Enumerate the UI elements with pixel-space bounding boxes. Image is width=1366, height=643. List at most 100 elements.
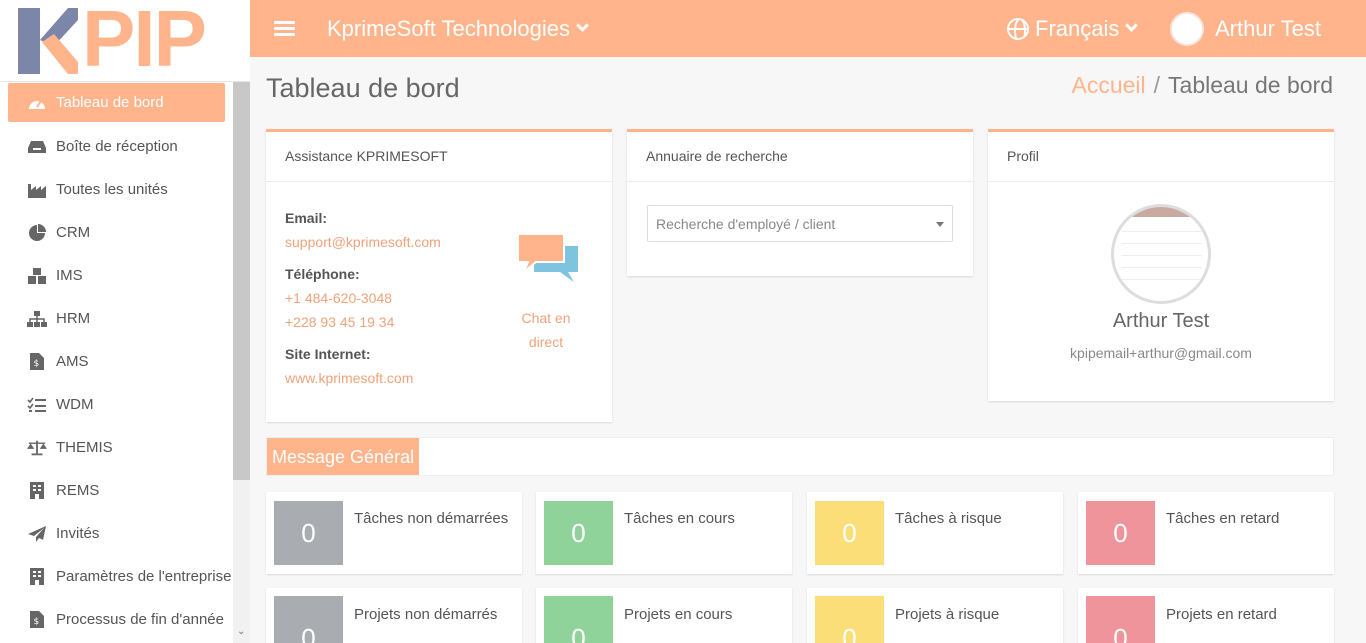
file-dollar-icon: $ <box>27 353 47 370</box>
chevron-down-icon <box>576 19 589 32</box>
sidebar-item-label: Invités <box>56 525 100 542</box>
stat-card-tasks-late[interactable]: 0 Tâches en retard <box>1078 492 1334 574</box>
stat-card-projects-late[interactable]: 0 Projets en retard <box>1078 588 1334 643</box>
stat-card-tasks-in-progress[interactable]: 0 Tâches en cours <box>536 492 792 574</box>
menu-toggle-icon[interactable] <box>274 18 295 39</box>
sitemap-icon <box>27 310 47 327</box>
user-menu[interactable]: Arthur Test <box>1170 0 1321 57</box>
card-title: Assistance KPRIMESOFT <box>266 132 612 182</box>
phone-label: Téléphone: <box>285 266 360 282</box>
tasks-icon <box>27 397 47 413</box>
svg-text:$: $ <box>34 359 40 369</box>
chat-label-line2: direct <box>528 334 564 350</box>
sidebar-item-hrm[interactable]: HRM <box>0 297 233 340</box>
kpip-logo-k-icon <box>18 8 78 74</box>
sidebar-item-guests[interactable]: Invités <box>0 512 233 555</box>
stat-label: Projets non démarrés <box>354 606 498 623</box>
top-header: KprimeSoft Technologies Français Arthur … <box>250 0 1366 57</box>
dashboard-icon <box>27 95 47 111</box>
website-label: Site Internet: <box>285 346 371 362</box>
sidebar-item-all-units[interactable]: Toutes les unités <box>0 168 233 211</box>
stat-label: Tâches en retard <box>1166 510 1280 527</box>
stat-card-projects-in-progress[interactable]: 0 Projets en cours <box>536 588 792 643</box>
chat-bubbles-icon[interactable] <box>516 232 580 284</box>
employee-client-search-select[interactable]: Recherche d'employé / client <box>647 205 953 242</box>
card-title: Profil <box>988 132 1334 182</box>
sidebar-item-label: Boîte de réception <box>56 138 178 155</box>
logo[interactable]: PIP <box>0 0 250 82</box>
company-selector[interactable]: KprimeSoft Technologies <box>327 15 589 42</box>
stat-value: 0 <box>815 596 884 643</box>
inbox-icon <box>27 139 47 155</box>
company-name: KprimeSoft Technologies <box>327 15 570 41</box>
sidebar-item-dashboard[interactable]: Tableau de bord <box>8 83 225 122</box>
file-dollar-icon: $ <box>27 611 47 628</box>
website-link[interactable]: www.kprimesoft.com <box>285 366 441 390</box>
sidebar-item-ims[interactable]: IMS <box>0 254 233 297</box>
profile-avatar[interactable] <box>1111 204 1211 304</box>
sidebar-item-label: WDM <box>56 396 94 413</box>
support-email-link[interactable]: support@kprimesoft.com <box>285 230 441 254</box>
sidebar-item-label: Paramètres de l'entreprise <box>56 568 232 585</box>
balance-scale-icon <box>27 440 47 456</box>
card-title: Annuaire de recherche <box>627 132 973 182</box>
breadcrumb: Accueil / Tableau de bord <box>1071 72 1333 99</box>
select-placeholder: Recherche d'employé / client <box>656 216 836 232</box>
stat-value: 0 <box>544 501 613 565</box>
phone-link-1[interactable]: +1 484-620-3048 <box>285 286 441 310</box>
chat-label-line1: Chat en <box>521 310 571 326</box>
stat-card-projects-at-risk[interactable]: 0 Projets à risque <box>807 588 1063 643</box>
language-selector[interactable]: Français <box>1007 0 1139 57</box>
avatar <box>1170 11 1204 46</box>
user-name: Arthur Test <box>1215 15 1321 41</box>
stat-card-tasks-at-risk[interactable]: 0 Tâches à risque <box>807 492 1063 574</box>
stat-card-projects-not-started[interactable]: 0 Projets non démarrés <box>266 588 522 643</box>
stat-value: 0 <box>1086 501 1155 565</box>
phone-link-2[interactable]: +228 93 45 19 34 <box>285 310 441 334</box>
sidebar-item-label: Processus de fin d'année <box>56 611 224 628</box>
globe-icon <box>1007 17 1029 40</box>
sidebar-item-rems[interactable]: REMS <box>0 469 233 512</box>
stat-value: 0 <box>815 501 884 565</box>
sidebar-item-label: Tableau de bord <box>56 94 164 111</box>
stat-value: 0 <box>274 501 343 565</box>
pie-chart-icon <box>27 223 47 241</box>
live-chat-link[interactable]: Chat en direct <box>507 306 585 354</box>
scroll-down-icon[interactable]: ⌄ <box>237 626 245 637</box>
scrollbar-thumb[interactable] <box>233 82 250 480</box>
paper-plane-icon <box>27 525 47 542</box>
sidebar-item-inbox[interactable]: Boîte de réception <box>0 125 233 168</box>
breadcrumb-current: Tableau de bord <box>1168 72 1333 98</box>
sidebar-item-wdm[interactable]: WDM <box>0 383 233 426</box>
sidebar-item-year-end-process[interactable]: $ Processus de fin d'année <box>0 598 233 641</box>
stat-label: Projets en retard <box>1166 606 1277 623</box>
assistance-card: Assistance KPRIMESOFT Email: support@kpr… <box>266 129 612 422</box>
sidebar-nav: Tableau de bord Boîte de réception Toute… <box>0 82 233 641</box>
sidebar-item-themis[interactable]: THEMIS <box>0 426 233 469</box>
sidebar-item-company-settings[interactable]: Paramètres de l'entreprise <box>0 555 233 598</box>
breadcrumb-home-link[interactable]: Accueil <box>1071 72 1145 98</box>
breadcrumb-separator: / <box>1153 72 1161 98</box>
sidebar: PIP Tableau de bord Boîte de réception T… <box>0 0 250 643</box>
caret-down-icon <box>936 222 944 227</box>
sidebar-item-label: THEMIS <box>56 439 113 456</box>
building-icon <box>27 482 47 499</box>
sidebar-item-label: Toutes les unités <box>56 181 168 198</box>
page-title: Tableau de bord <box>266 73 460 103</box>
sidebar-item-label: REMS <box>56 482 100 499</box>
sidebar-item-crm[interactable]: CRM <box>0 211 233 254</box>
sidebar-item-ams[interactable]: $ AMS <box>0 340 233 383</box>
boxes-icon <box>27 267 47 284</box>
stat-card-tasks-not-started[interactable]: 0 Tâches non démarrées <box>266 492 522 574</box>
sidebar-item-label: AMS <box>56 353 89 370</box>
sidebar-scrollbar[interactable]: ⌄ <box>233 82 250 643</box>
svg-text:$: $ <box>34 617 40 627</box>
stat-label: Projets en cours <box>624 606 733 623</box>
chevron-down-icon <box>1125 19 1139 32</box>
stat-value: 0 <box>544 596 613 643</box>
sidebar-item-label: IMS <box>56 267 83 284</box>
stat-label: Tâches à risque <box>895 510 1002 527</box>
contact-info: Email: support@kprimesoft.com Téléphone:… <box>285 206 441 390</box>
industry-icon <box>27 182 47 198</box>
general-message-label: Message Général <box>267 438 420 475</box>
